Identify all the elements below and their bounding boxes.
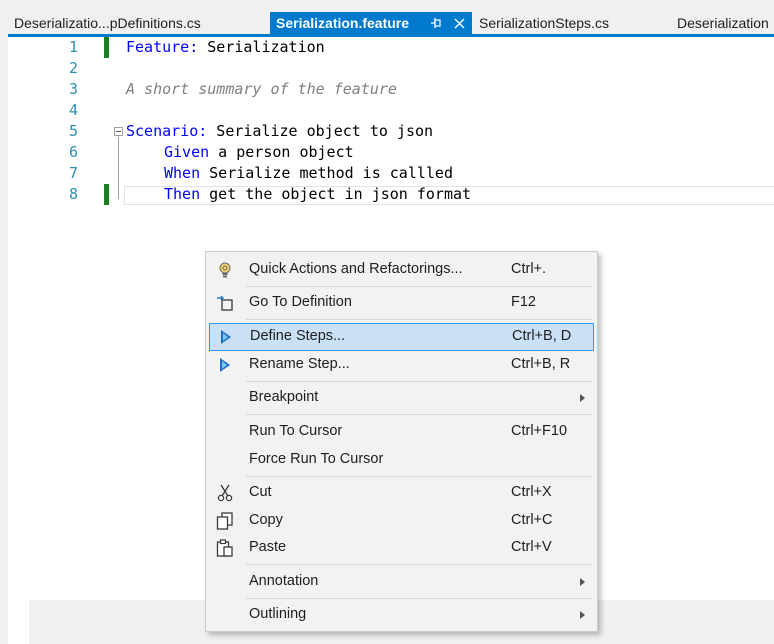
menu-item-annotation[interactable]: Annotation <box>209 569 594 595</box>
code-line[interactable]: 3 A short summary of the feature <box>8 79 774 100</box>
tab-deserialization-step-definitions[interactable]: Deserializatio...pDefinitions.cs <box>8 12 266 34</box>
menu-separator <box>246 598 592 599</box>
menu-item-label: Define Steps... <box>250 328 346 344</box>
menu-item-label: Paste <box>249 539 287 555</box>
tab-deserialization[interactable]: Deserialization <box>671 12 774 34</box>
pin-icon[interactable] <box>428 12 444 34</box>
menu-item-outlining[interactable]: Outlining <box>209 602 594 628</box>
lightbulb-icon <box>215 260 235 280</box>
tab-label: SerializationSteps.cs <box>479 15 609 31</box>
copy-icon <box>215 511 235 531</box>
context-menu: Quick Actions and Refactorings... Ctrl+.… <box>205 251 598 632</box>
menu-item-shortcut: F12 <box>511 294 536 310</box>
menu-item-label: Cut <box>249 484 272 500</box>
gherkin-keyword: Scenario: <box>126 122 208 140</box>
menu-item-define-steps[interactable]: Define Steps... Ctrl+B, D <box>209 323 594 351</box>
menu-item-label: Copy <box>249 512 283 528</box>
menu-item-shortcut: Ctrl+F10 <box>511 423 568 439</box>
code-text: Given a person object <box>164 142 354 163</box>
menu-item-force-run-to-cursor[interactable]: Force Run To Cursor <box>209 447 594 473</box>
menu-item-copy[interactable]: Copy Ctrl+C <box>209 508 594 534</box>
menu-item-cut[interactable]: Cut Ctrl+X <box>209 480 594 506</box>
code-content: Serialize method is callled <box>200 164 453 182</box>
gherkin-keyword: Feature: <box>126 38 199 56</box>
gherkin-keyword: When <box>164 164 201 182</box>
menu-item-label: Breakpoint <box>249 389 319 405</box>
line-number: 7 <box>68 164 78 182</box>
code-content: get the object in json format <box>200 185 472 203</box>
menu-separator <box>246 564 592 565</box>
menu-item-shortcut: Ctrl+B, D <box>512 328 572 344</box>
submenu-arrow-icon <box>580 394 585 402</box>
code-text: Then get the object in json format <box>164 184 471 205</box>
menu-item-shortcut: Ctrl+V <box>511 539 552 555</box>
left-margin <box>0 37 8 644</box>
tab-label: Serialization.feature <box>276 15 410 31</box>
menu-item-quick-actions[interactable]: Quick Actions and Refactorings... Ctrl+. <box>209 257 594 283</box>
gherkin-keyword: Then <box>164 185 201 203</box>
code-content: Serialize object to json <box>207 122 434 140</box>
close-icon[interactable] <box>451 12 467 34</box>
code-line[interactable]: 4 <box>8 100 774 121</box>
menu-item-label: Go To Definition <box>249 294 352 310</box>
menu-item-shortcut: Ctrl+. <box>511 261 547 277</box>
line-number: 8 <box>68 185 78 203</box>
menu-separator <box>246 414 592 415</box>
menu-item-label: Force Run To Cursor <box>249 451 384 467</box>
code-line[interactable]: 1 Feature: Serialization <box>8 37 774 58</box>
go-to-definition-icon <box>215 293 235 313</box>
menu-item-shortcut: Ctrl+C <box>511 512 553 528</box>
menu-separator <box>246 476 592 477</box>
code-text: Scenario: Serialize object to json <box>126 121 433 142</box>
code-line[interactable]: 8 Then get the object in json format <box>8 184 774 205</box>
paste-icon <box>215 538 235 558</box>
specflow-icon <box>216 327 236 347</box>
tab-serialization-steps[interactable]: SerializationSteps.cs <box>473 12 663 34</box>
menu-item-paste[interactable]: Paste Ctrl+V <box>209 535 594 561</box>
menu-item-run-to-cursor[interactable]: Run To Cursor Ctrl+F10 <box>209 419 594 445</box>
menu-item-breakpoint[interactable]: Breakpoint <box>209 385 594 411</box>
menu-item-label: Run To Cursor <box>249 423 343 439</box>
code-text: Feature: Serialization <box>126 37 325 58</box>
line-number: 3 <box>68 80 78 98</box>
menu-item-go-to-definition[interactable]: Go To Definition F12 <box>209 290 594 316</box>
document-tab-strip: Deserializatio...pDefinitions.cs Seriali… <box>0 0 774 37</box>
menu-item-label: Rename Step... <box>249 356 350 372</box>
code-line[interactable]: 2 <box>8 58 774 79</box>
code-line[interactable]: 6 Given a person object <box>8 142 774 163</box>
scissors-icon <box>215 483 235 503</box>
menu-separator <box>246 286 592 287</box>
tab-label: Deserializatio...pDefinitions.cs <box>14 15 201 31</box>
menu-item-rename-step[interactable]: Rename Step... Ctrl+B, R <box>209 352 594 378</box>
line-number: 2 <box>68 59 78 77</box>
gherkin-keyword: Given <box>164 143 210 161</box>
feature-description: A short summary of the feature <box>126 80 397 98</box>
line-number: 6 <box>68 143 78 161</box>
code-content: Serialization <box>198 38 325 56</box>
menu-item-shortcut: Ctrl+X <box>511 484 552 500</box>
menu-item-label: Outlining <box>249 606 307 622</box>
tab-serialization-feature[interactable]: Serialization.feature <box>270 12 472 34</box>
menu-separator <box>246 381 592 382</box>
collapse-toggle-icon[interactable] <box>114 127 123 136</box>
change-indicator <box>104 37 109 58</box>
line-number: 1 <box>68 38 78 56</box>
outline-guide <box>118 137 119 199</box>
code-text: When Serialize method is callled <box>164 163 453 184</box>
submenu-arrow-icon <box>580 611 585 619</box>
tab-label: Deserialization <box>677 15 769 31</box>
specflow-icon <box>215 355 235 375</box>
menu-item-label: Quick Actions and Refactorings... <box>249 261 463 277</box>
code-line[interactable]: 7 When Serialize method is callled <box>8 163 774 184</box>
menu-item-shortcut: Ctrl+B, R <box>511 356 571 372</box>
line-number: 5 <box>68 122 78 140</box>
change-indicator <box>104 184 109 205</box>
menu-separator <box>246 319 592 320</box>
menu-item-label: Annotation <box>249 573 319 589</box>
code-content: a person object <box>209 143 354 161</box>
submenu-arrow-icon <box>580 578 585 586</box>
line-number: 4 <box>68 101 78 119</box>
